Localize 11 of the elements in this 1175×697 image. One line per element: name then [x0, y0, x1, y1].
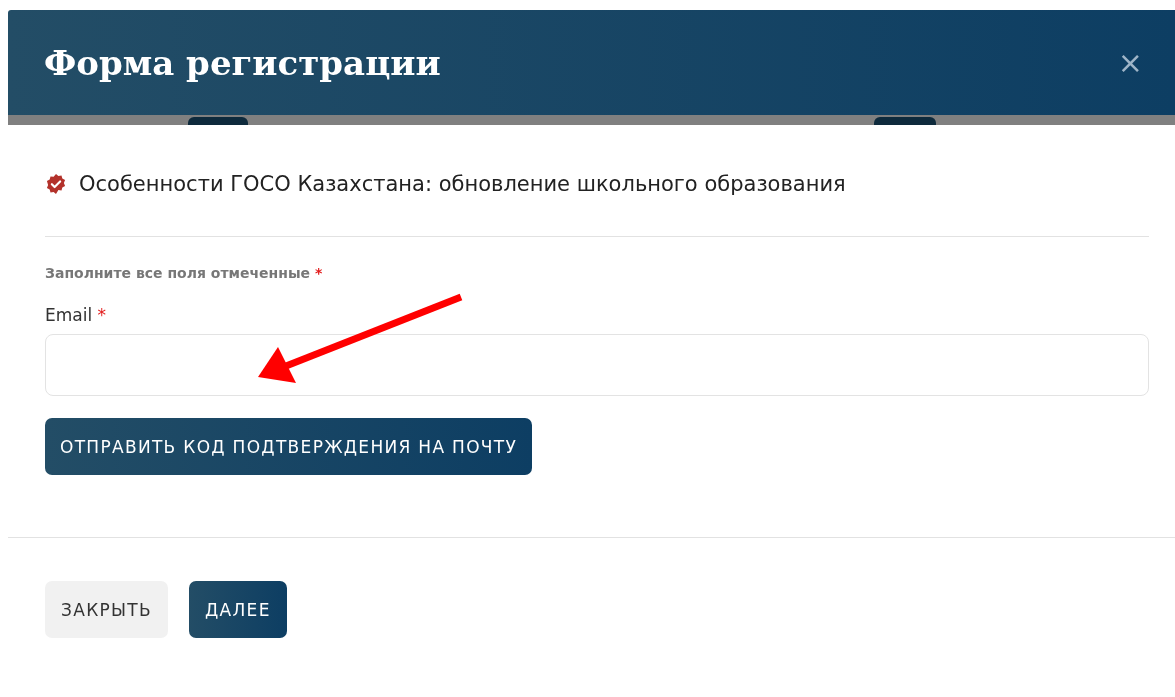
email-field[interactable]	[45, 334, 1149, 396]
course-title: Особенности ГОСО Казахстана: обновление школьного образования	[79, 172, 846, 196]
required-asterisk: *	[97, 305, 107, 325]
required-note: Заполните все поля отмеченные	[45, 265, 311, 281]
close-button[interactable]: ЗАКРЫТЬ	[45, 581, 168, 638]
close-button[interactable]: ×	[1113, 47, 1147, 78]
send-code-button[interactable]: ОТПРАВИТЬ КОД ПОДТВЕРЖДЕНИЯ НА ПОЧТУ	[45, 418, 533, 475]
next-button[interactable]: ДАЛЕЕ	[189, 581, 287, 638]
dialog-title: Форма регистрации	[44, 42, 441, 83]
field-label: Email	[45, 305, 93, 325]
required-asterisk: *	[315, 265, 323, 281]
